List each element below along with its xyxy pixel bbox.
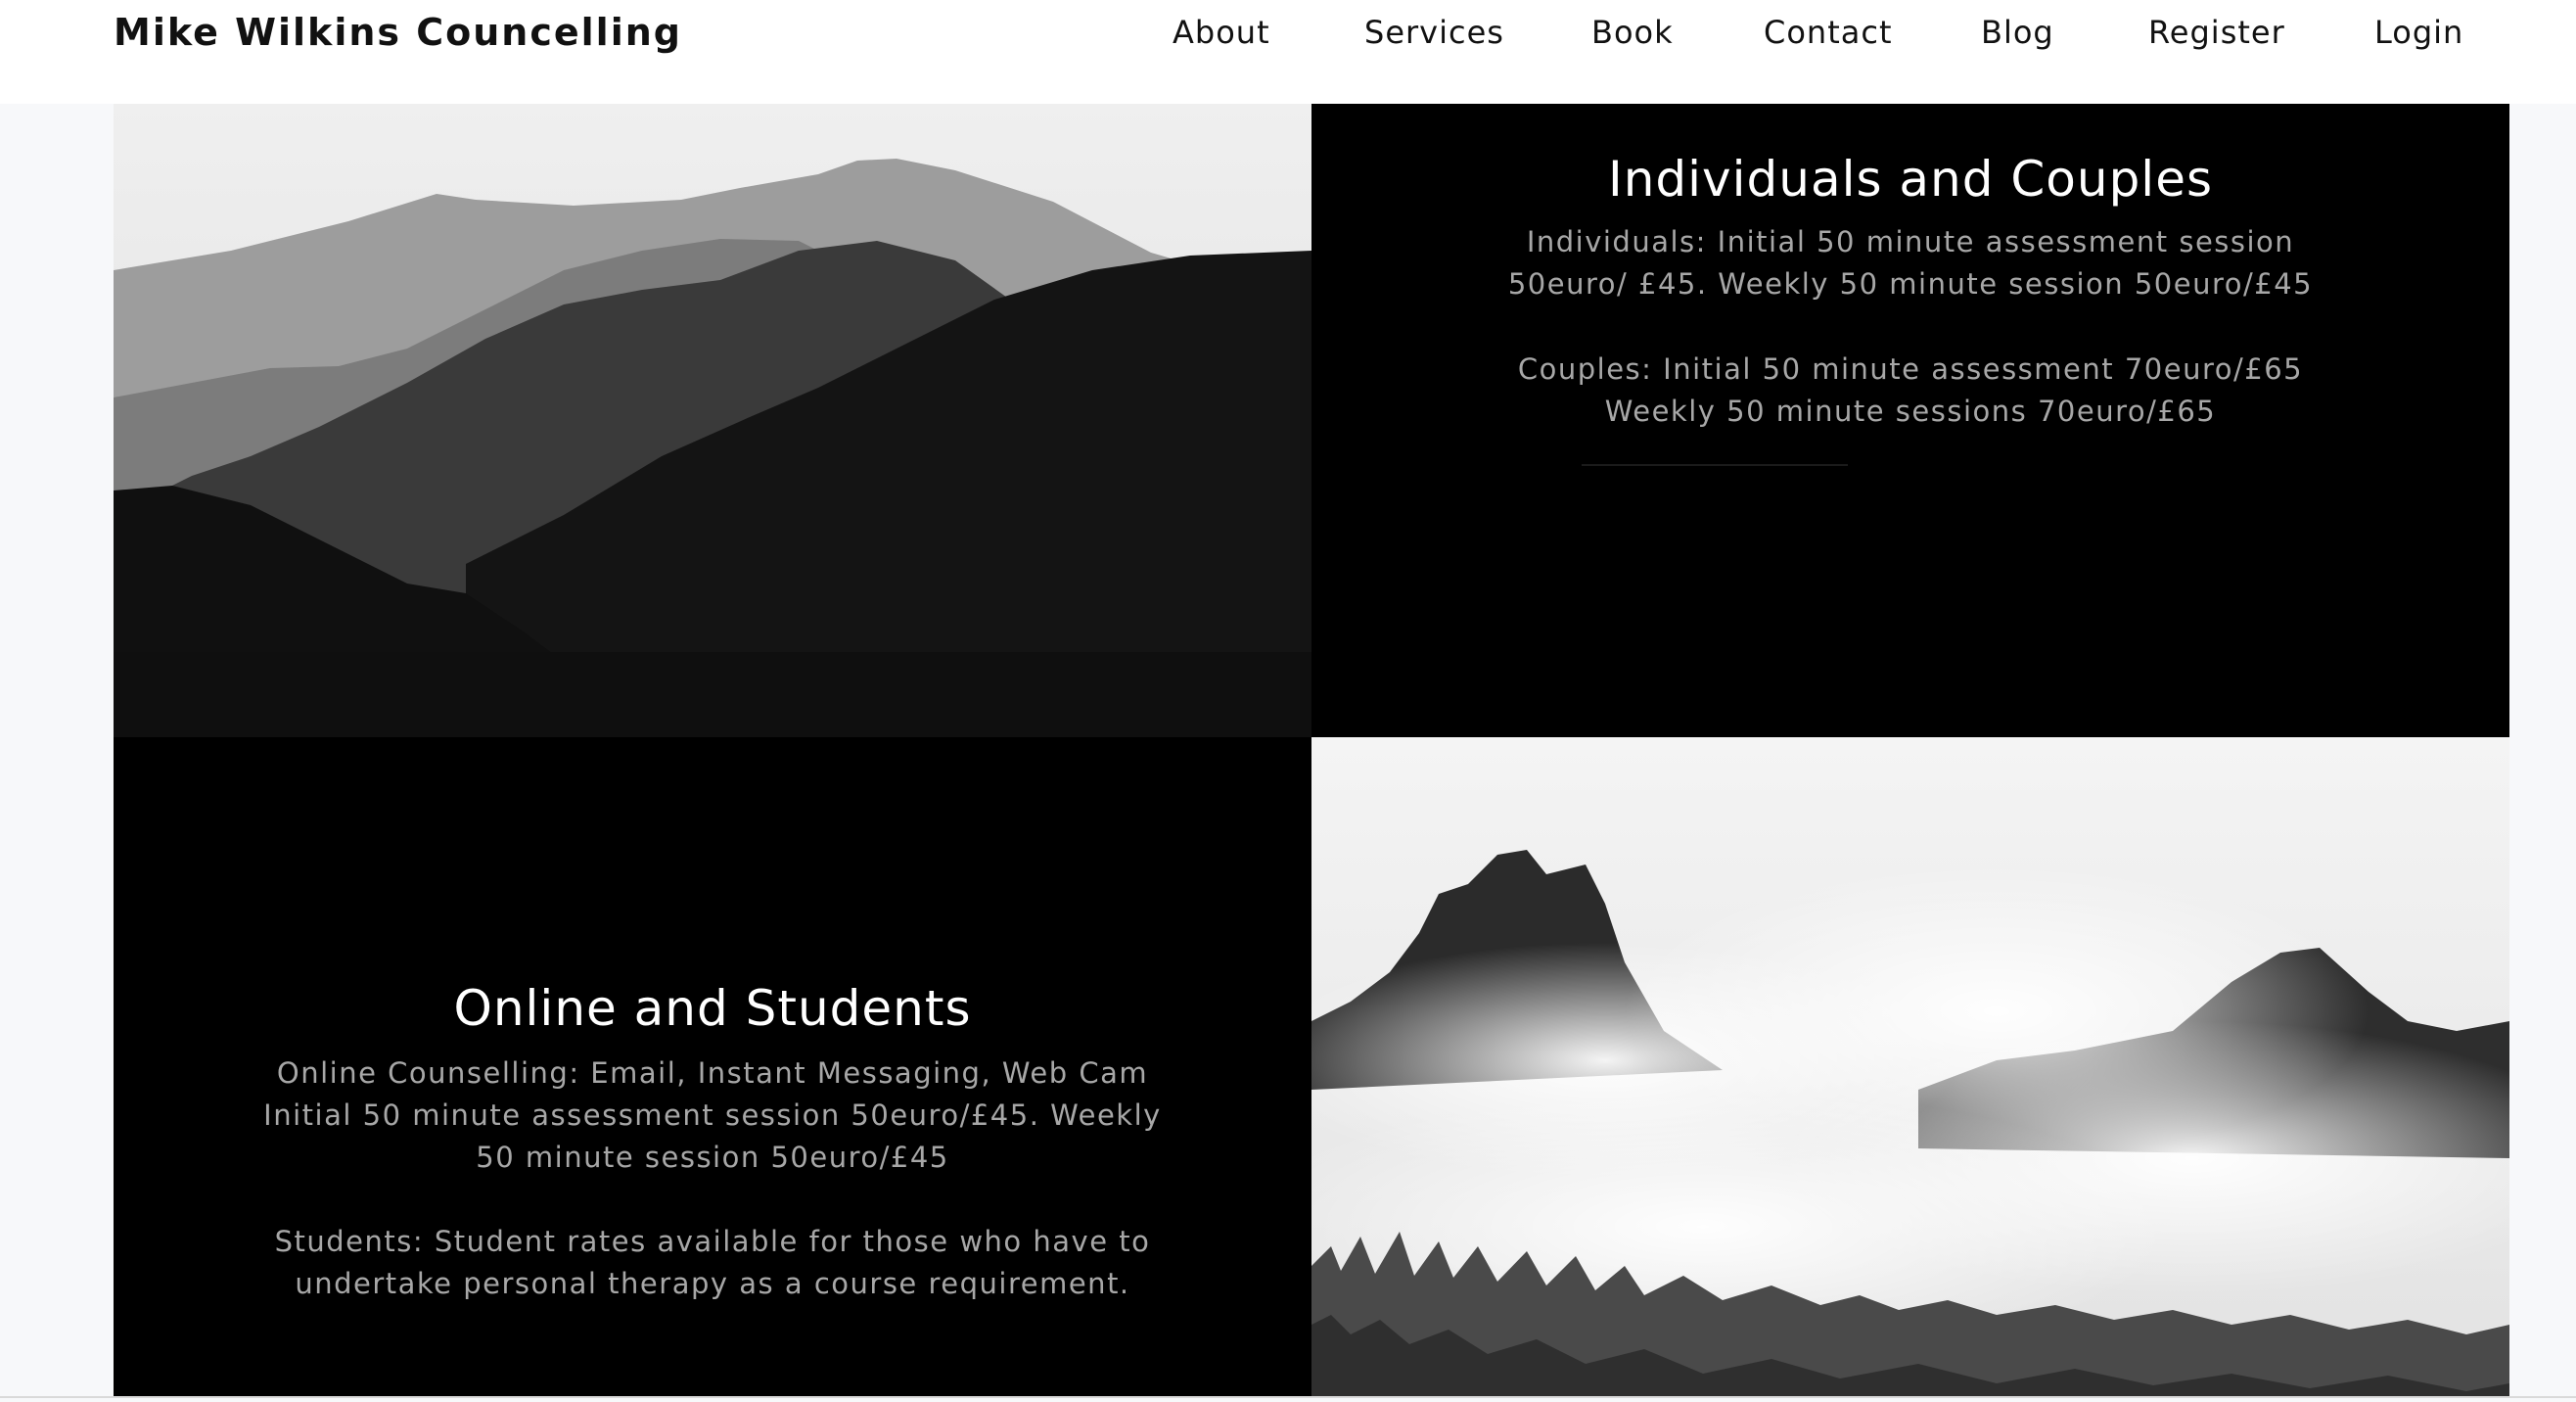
individuals-pricing-text: Individuals: Initial 50 minute assessmen… bbox=[1507, 225, 2314, 301]
nav-item-about[interactable]: About bbox=[1173, 8, 1270, 57]
online-students-title: Online and Students bbox=[453, 980, 972, 1037]
page-bottom-border bbox=[0, 1396, 2576, 1398]
main-nav: About Services Book Contact Blog Registe… bbox=[0, 8, 2576, 57]
couples-pricing-text: Couples: Initial 50 minute assessment 70… bbox=[1517, 352, 2304, 428]
nav-item-book[interactable]: Book bbox=[1591, 8, 1674, 57]
services-grid: Individuals and Couples Individuals: Ini… bbox=[114, 104, 2509, 1396]
nav-item-register[interactable]: Register bbox=[2148, 8, 2285, 57]
nav-item-login[interactable]: Login bbox=[2374, 8, 2463, 57]
mountain-ridges-illustration bbox=[114, 104, 1311, 737]
students-pricing-text: Students: Student rates available for th… bbox=[274, 1225, 1151, 1300]
individuals-couples-panel: Individuals and Couples Individuals: Ini… bbox=[1311, 104, 2509, 737]
page: Mike Wilkins Councelling About Services … bbox=[0, 0, 2576, 1402]
nav-item-contact[interactable]: Contact bbox=[1764, 8, 1893, 57]
individuals-couples-title: Individuals and Couples bbox=[1607, 151, 2214, 208]
site-header: Mike Wilkins Councelling About Services … bbox=[0, 0, 2576, 104]
nav-item-services[interactable]: Services bbox=[1364, 8, 1504, 57]
divider-line bbox=[1582, 464, 1848, 466]
misty-peaks-illustration bbox=[1311, 737, 2509, 1396]
online-students-panel: Online and Students Online Counselling: … bbox=[114, 737, 1311, 1396]
online-pricing-text: Online Counselling: Email, Instant Messa… bbox=[263, 1056, 1162, 1174]
nav-item-blog[interactable]: Blog bbox=[1981, 8, 2054, 57]
mountain-ridges-image bbox=[114, 104, 1311, 737]
misty-peaks-image bbox=[1311, 737, 2509, 1396]
